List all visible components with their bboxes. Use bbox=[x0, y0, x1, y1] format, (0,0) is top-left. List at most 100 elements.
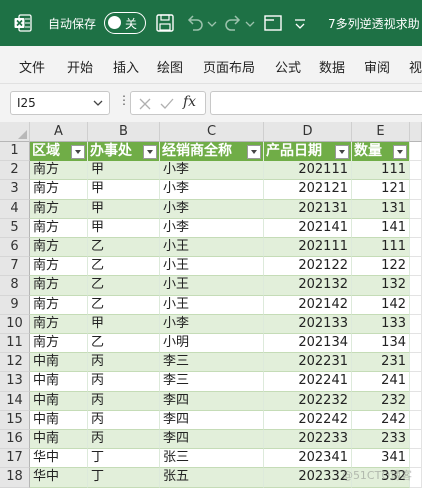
row-header[interactable]: 7 bbox=[0, 257, 30, 277]
table-cell[interactable]: 李四 bbox=[160, 391, 264, 411]
table-cell[interactable]: 小李 bbox=[160, 314, 264, 334]
column-header-d[interactable]: D bbox=[264, 122, 352, 142]
table-cell[interactable]: 233 bbox=[352, 430, 410, 450]
table-cell[interactable]: 小李 bbox=[160, 199, 264, 219]
column-header-e[interactable]: E bbox=[352, 122, 410, 142]
filter-dropdown-icon[interactable] bbox=[143, 145, 157, 159]
empty-cell[interactable] bbox=[410, 142, 422, 162]
table-cell[interactable]: 乙 bbox=[88, 334, 160, 354]
empty-cell[interactable] bbox=[410, 276, 422, 296]
table-cell[interactable]: 小李 bbox=[160, 161, 264, 181]
table-cell[interactable]: 丙 bbox=[88, 430, 160, 450]
table-cell[interactable]: 202133 bbox=[264, 314, 352, 334]
table-cell[interactable]: 丁 bbox=[88, 468, 160, 488]
table-cell[interactable]: 小王 bbox=[160, 295, 264, 315]
empty-cell[interactable] bbox=[410, 295, 422, 315]
row-header[interactable]: 12 bbox=[0, 353, 30, 373]
row-header[interactable]: 8 bbox=[0, 276, 30, 296]
table-cell[interactable]: 202132 bbox=[264, 276, 352, 296]
table-cell[interactable]: 小王 bbox=[160, 238, 264, 258]
row-header[interactable]: 6 bbox=[0, 238, 30, 258]
table-cell[interactable]: 南方 bbox=[30, 314, 88, 334]
empty-cell[interactable] bbox=[410, 391, 422, 411]
table-cell[interactable]: 南方 bbox=[30, 218, 88, 238]
table-cell[interactable]: 南方 bbox=[30, 295, 88, 315]
table-cell[interactable]: 甲 bbox=[88, 314, 160, 334]
table-cell[interactable]: 乙 bbox=[88, 257, 160, 277]
table-cell[interactable]: 202142 bbox=[264, 295, 352, 315]
table-cell[interactable]: 341 bbox=[352, 449, 410, 469]
select-all-corner[interactable] bbox=[0, 122, 30, 142]
tab-review[interactable]: 审阅 bbox=[364, 57, 390, 76]
table-cell[interactable]: 南方 bbox=[30, 161, 88, 181]
table-cell[interactable]: 李三 bbox=[160, 353, 264, 373]
table-cell[interactable]: 202241 bbox=[264, 372, 352, 392]
table-cell[interactable]: 南方 bbox=[30, 238, 88, 258]
row-header[interactable]: 2 bbox=[0, 161, 30, 181]
row-header[interactable]: 16 bbox=[0, 430, 30, 450]
row-header[interactable]: 15 bbox=[0, 410, 30, 430]
table-cell[interactable]: 242 bbox=[352, 410, 410, 430]
table-cell[interactable]: 121 bbox=[352, 180, 410, 200]
window-icon[interactable] bbox=[262, 12, 284, 34]
table-cell[interactable]: 中南 bbox=[30, 430, 88, 450]
customize-toolbar-icon[interactable] bbox=[292, 12, 308, 34]
empty-cell[interactable] bbox=[410, 314, 422, 334]
table-cell[interactable]: 241 bbox=[352, 372, 410, 392]
undo-dropdown-icon[interactable] bbox=[206, 12, 218, 34]
table-cell[interactable]: 小李 bbox=[160, 180, 264, 200]
undo-icon[interactable] bbox=[184, 12, 206, 34]
table-cell[interactable]: 122 bbox=[352, 257, 410, 277]
table-cell[interactable]: 华中 bbox=[30, 468, 88, 488]
empty-cell[interactable] bbox=[410, 257, 422, 277]
table-cell[interactable]: 华中 bbox=[30, 449, 88, 469]
table-cell[interactable]: 丙 bbox=[88, 353, 160, 373]
table-cell[interactable]: 甲 bbox=[88, 161, 160, 181]
table-cell[interactable]: 202131 bbox=[264, 199, 352, 219]
table-cell[interactable]: 202134 bbox=[264, 334, 352, 354]
table-cell[interactable]: 232 bbox=[352, 391, 410, 411]
table-header-cell[interactable]: 数量 bbox=[352, 142, 410, 162]
column-header-c[interactable]: C bbox=[160, 122, 264, 142]
table-cell[interactable]: 中南 bbox=[30, 391, 88, 411]
empty-cell[interactable] bbox=[410, 372, 422, 392]
empty-cell[interactable] bbox=[410, 161, 422, 181]
empty-cell[interactable] bbox=[410, 410, 422, 430]
table-cell[interactable]: 中南 bbox=[30, 372, 88, 392]
table-cell[interactable]: 甲 bbox=[88, 199, 160, 219]
enter-icon[interactable] bbox=[159, 96, 175, 112]
empty-cell[interactable] bbox=[410, 430, 422, 450]
table-cell[interactable]: 张三 bbox=[160, 449, 264, 469]
filter-dropdown-icon[interactable] bbox=[247, 145, 261, 159]
table-cell[interactable]: 南方 bbox=[30, 257, 88, 277]
row-header[interactable]: 18 bbox=[0, 468, 30, 488]
table-cell[interactable]: 202122 bbox=[264, 257, 352, 277]
table-cell[interactable]: 丙 bbox=[88, 410, 160, 430]
table-cell[interactable]: 李四 bbox=[160, 430, 264, 450]
table-cell[interactable]: 南方 bbox=[30, 199, 88, 219]
empty-cell[interactable] bbox=[410, 238, 422, 258]
insert-function-icon[interactable]: fx bbox=[183, 94, 196, 110]
row-header[interactable]: 10 bbox=[0, 314, 30, 334]
redo-dropdown-icon[interactable] bbox=[244, 12, 256, 34]
table-cell[interactable]: 202111 bbox=[264, 238, 352, 258]
column-header-a[interactable]: A bbox=[30, 122, 88, 142]
table-cell[interactable]: 202341 bbox=[264, 449, 352, 469]
row-header[interactable]: 4 bbox=[0, 199, 30, 219]
row-header[interactable]: 17 bbox=[0, 449, 30, 469]
table-cell[interactable]: 111 bbox=[352, 238, 410, 258]
filter-dropdown-icon[interactable] bbox=[335, 145, 349, 159]
table-cell[interactable]: 丁 bbox=[88, 449, 160, 469]
table-cell[interactable]: 134 bbox=[352, 334, 410, 354]
empty-cell[interactable] bbox=[410, 218, 422, 238]
tab-formulas[interactable]: 公式 bbox=[275, 57, 301, 76]
row-header[interactable]: 3 bbox=[0, 180, 30, 200]
table-cell[interactable]: 甲 bbox=[88, 180, 160, 200]
table-cell[interactable]: 甲 bbox=[88, 218, 160, 238]
table-cell[interactable]: 111 bbox=[352, 161, 410, 181]
table-cell[interactable]: 131 bbox=[352, 199, 410, 219]
tab-insert[interactable]: 插入 bbox=[113, 57, 139, 76]
table-cell[interactable]: 202242 bbox=[264, 410, 352, 430]
table-cell[interactable]: 乙 bbox=[88, 238, 160, 258]
table-cell[interactable]: 丙 bbox=[88, 391, 160, 411]
